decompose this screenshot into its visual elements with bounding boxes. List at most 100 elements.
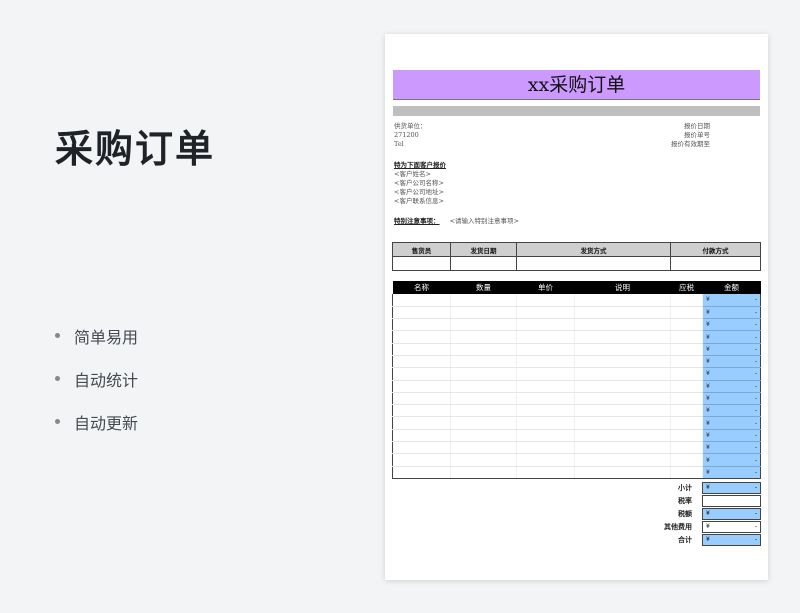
item-cell[interactable] — [392, 453, 451, 467]
item-cell[interactable] — [450, 343, 517, 356]
item-cell[interactable] — [392, 380, 451, 393]
item-cell[interactable] — [516, 416, 575, 430]
header-unit-price: 单价 — [516, 281, 575, 294]
item-cell[interactable] — [516, 306, 575, 320]
item-cell[interactable] — [574, 453, 671, 467]
item-cell[interactable] — [392, 330, 451, 344]
item-cell[interactable] — [450, 330, 517, 344]
customer-address[interactable]: <客户公司地址> — [394, 188, 446, 197]
item-cell[interactable] — [450, 392, 517, 406]
item-cell[interactable] — [574, 466, 671, 479]
item-cell[interactable] — [516, 392, 575, 406]
item-cell[interactable] — [392, 355, 451, 369]
item-cell[interactable] — [450, 294, 517, 307]
table-row: ¥ - — [392, 380, 761, 393]
item-cell[interactable] — [574, 330, 671, 344]
item-cell[interactable] — [574, 429, 671, 443]
item-cell[interactable] — [450, 380, 517, 393]
item-cell[interactable] — [574, 294, 671, 307]
item-cell[interactable] — [450, 355, 517, 369]
item-cell[interactable] — [670, 318, 703, 332]
item-cell[interactable] — [450, 466, 517, 479]
supplier-tel[interactable]: Tel — [394, 140, 427, 149]
item-cell[interactable] — [450, 416, 517, 430]
item-cell[interactable] — [516, 404, 575, 418]
item-cell[interactable] — [574, 416, 671, 430]
item-cell[interactable] — [670, 441, 703, 455]
customer-name[interactable]: <客户姓名> — [394, 170, 446, 179]
item-cell[interactable] — [392, 294, 451, 307]
item-cell[interactable] — [516, 367, 575, 381]
item-amount: ¥ - — [702, 294, 761, 307]
item-cell[interactable] — [574, 318, 671, 332]
tax-rate-input[interactable] — [702, 494, 761, 507]
item-cell[interactable] — [450, 441, 517, 455]
supplier-unit[interactable]: 供货单位： — [394, 122, 427, 131]
item-cell[interactable] — [516, 429, 575, 443]
item-cell[interactable] — [516, 466, 575, 479]
note-input[interactable]: <请输入特别注意事项> — [450, 217, 519, 225]
item-cell[interactable] — [574, 404, 671, 418]
item-cell[interactable] — [450, 318, 517, 332]
item-cell[interactable] — [516, 441, 575, 455]
item-cell[interactable] — [392, 441, 451, 455]
item-cell[interactable] — [670, 294, 703, 307]
quote-number[interactable]: 报价单号 — [671, 131, 710, 140]
item-cell[interactable] — [450, 429, 517, 443]
ship-method-cell[interactable] — [516, 256, 671, 271]
item-cell[interactable] — [516, 380, 575, 393]
total-value: ¥ - — [702, 533, 761, 546]
item-cell[interactable] — [392, 306, 451, 320]
item-cell[interactable] — [516, 355, 575, 369]
item-cell[interactable] — [574, 343, 671, 356]
item-cell[interactable] — [574, 367, 671, 381]
item-cell[interactable] — [450, 404, 517, 418]
item-cell[interactable] — [670, 453, 703, 467]
item-cell[interactable] — [392, 416, 451, 430]
quote-date[interactable]: 报价日期 — [671, 122, 710, 131]
item-cell[interactable] — [670, 380, 703, 393]
payment-method-cell[interactable] — [670, 256, 761, 271]
tax-rate-row: 税率 — [385, 494, 761, 507]
ship-date-cell[interactable] — [450, 256, 517, 271]
customer-company[interactable]: <客户公司名称> — [394, 179, 446, 188]
item-cell[interactable] — [670, 416, 703, 430]
item-cell[interactable] — [574, 355, 671, 369]
customer-contact[interactable]: <客户联系信息> — [394, 197, 446, 206]
item-cell[interactable] — [392, 367, 451, 381]
header-name: 名称 — [392, 281, 451, 294]
item-cell[interactable] — [574, 441, 671, 455]
item-cell[interactable] — [450, 367, 517, 381]
item-cell[interactable] — [392, 404, 451, 418]
item-cell[interactable] — [670, 355, 703, 369]
item-cell[interactable] — [516, 318, 575, 332]
item-cell[interactable] — [392, 318, 451, 332]
item-cell[interactable] — [450, 453, 517, 467]
item-cell[interactable] — [670, 466, 703, 479]
item-cell[interactable] — [392, 392, 451, 406]
salesperson-cell[interactable] — [392, 256, 451, 271]
other-fees-input[interactable]: ¥ - — [702, 520, 761, 533]
item-cell[interactable] — [670, 429, 703, 443]
item-cell[interactable] — [670, 343, 703, 356]
item-cell[interactable] — [450, 306, 517, 320]
item-cell[interactable] — [574, 392, 671, 406]
item-cell[interactable] — [392, 429, 451, 443]
item-cell[interactable] — [574, 380, 671, 393]
item-cell[interactable] — [516, 343, 575, 356]
item-cell[interactable] — [392, 466, 451, 479]
item-cell[interactable] — [670, 367, 703, 381]
quote-valid[interactable]: 报价有效期至 — [671, 140, 710, 149]
supplier-code[interactable]: 271200 — [394, 131, 427, 140]
item-cell[interactable] — [670, 306, 703, 320]
item-cell[interactable] — [670, 404, 703, 418]
item-cell[interactable] — [670, 392, 703, 406]
item-amount: ¥ - — [702, 380, 761, 393]
item-cell[interactable] — [516, 294, 575, 307]
table-row: ¥ - — [392, 466, 761, 479]
item-cell[interactable] — [574, 306, 671, 320]
item-cell[interactable] — [670, 330, 703, 344]
item-cell[interactable] — [516, 330, 575, 344]
item-cell[interactable] — [392, 343, 451, 356]
item-cell[interactable] — [516, 453, 575, 467]
